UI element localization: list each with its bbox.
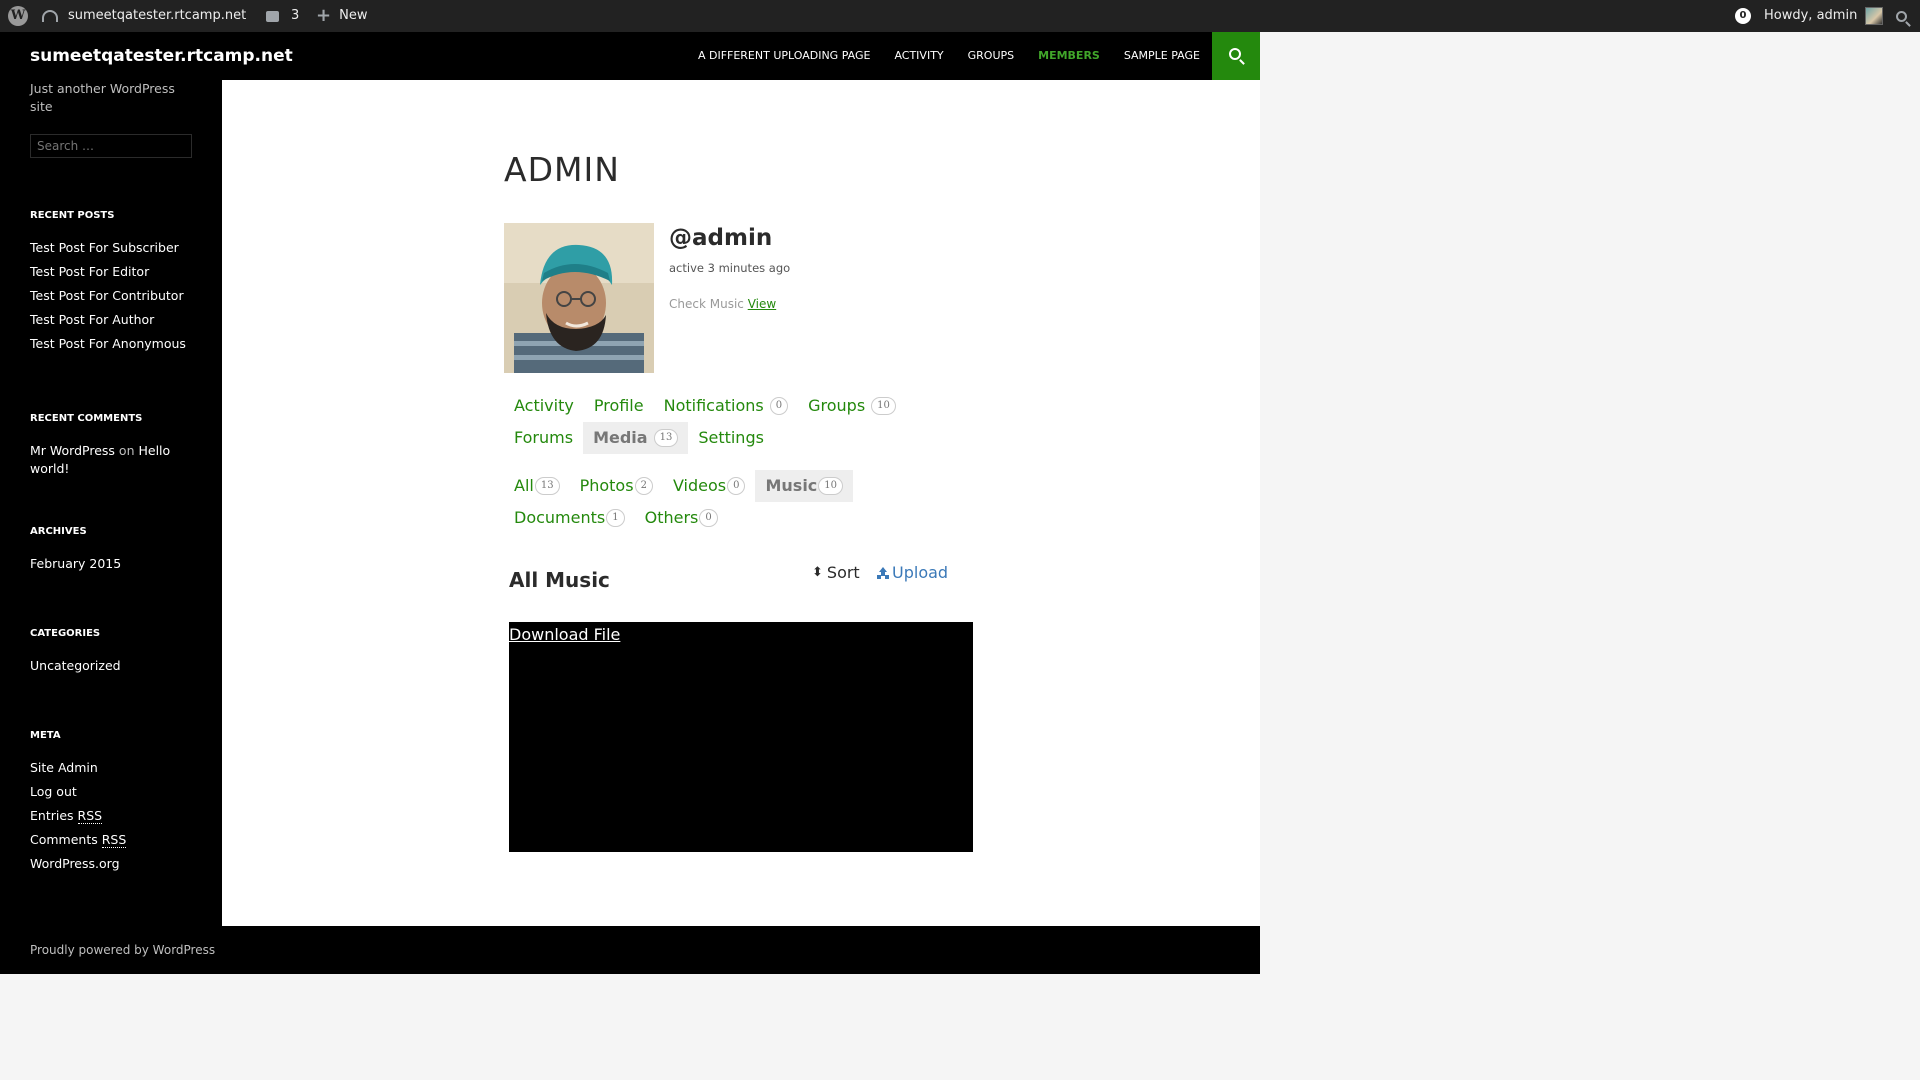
admin-bar-avatar [1865, 7, 1884, 25]
admin-bar-notifications[interactable]: 0 [1735, 0, 1751, 32]
recent-post-link[interactable]: Test Post For Subscriber [30, 239, 210, 257]
nav-item-groups[interactable]: GROUPS [956, 32, 1027, 80]
meta-widget: META Site Admin Log out Entries RSS Comm… [30, 730, 210, 879]
media-tab-documents[interactable]: Documents 1 [504, 502, 635, 534]
new-label: New [339, 8, 368, 23]
admin-bar-account[interactable]: Howdy, admin [1764, 0, 1884, 32]
all-count-badge: 13 [534, 477, 560, 495]
archives-widget: ARCHIVES February 2015 [30, 526, 210, 579]
admin-bar-site-name: sumeetqatester.rtcamp.net [68, 8, 247, 23]
activity-text: Check Music [669, 297, 744, 311]
activity-update: Check Music View [669, 297, 776, 311]
recent-comments-widget: RECENT COMMENTS Mr WordPress on Hello wo… [30, 413, 180, 484]
tab-profile[interactable]: Profile [584, 390, 654, 422]
media-tab-videos[interactable]: Videos 0 [663, 470, 756, 502]
site-description: Just another WordPress site [30, 81, 175, 114]
sidebar-search-input[interactable] [30, 134, 192, 158]
media-subnav-tabs: All 13 Photos 2 Videos 0 Music 10 Documents 1… [504, 470, 944, 534]
music-count-badge: 10 [818, 477, 844, 495]
entries-rss-link[interactable]: Entries RSS [30, 807, 210, 825]
archive-link[interactable]: February 2015 [30, 555, 210, 573]
media-tab-music[interactable]: Music 10 [755, 470, 854, 502]
tab-media[interactable]: Media 13 [583, 422, 689, 454]
admin-bar-site-link[interactable]: sumeetqatester.rtcamp.net [42, 0, 246, 32]
search-toggle-button[interactable] [1212, 32, 1260, 80]
comment-icon [266, 10, 279, 22]
nav-item-activity[interactable]: ACTIVITY [882, 32, 955, 80]
notifications-count: 0 [1735, 8, 1751, 24]
sort-button[interactable]: ⬍ Sort [812, 563, 860, 582]
recent-post-link[interactable]: Test Post For Contributor [30, 287, 210, 305]
widget-title: RECENT POSTS [30, 210, 115, 221]
profile-username: @admin [669, 225, 773, 251]
plus-icon: + [316, 5, 332, 26]
nav-item-sample-page[interactable]: SAMPLE PAGE [1112, 32, 1212, 80]
site-header: sumeetqatester.rtcamp.net A DIFFERENT UP… [0, 32, 1260, 80]
admin-bar-search[interactable] [1896, 0, 1907, 32]
primary-nav: A DIFFERENT UPLOADING PAGE ACTIVITY GROU… [686, 32, 1212, 80]
media-count-badge: 13 [653, 429, 679, 447]
admin-bar-new[interactable]: + New [316, 0, 367, 32]
nav-item-members[interactable]: MEMBERS [1026, 32, 1112, 80]
footer-credit-link[interactable]: Proudly powered by WordPress [30, 926, 215, 974]
media-gallery-title: All Music [509, 568, 610, 592]
site-footer: Proudly powered by WordPress [0, 926, 1260, 974]
page-title: ADMIN [504, 150, 620, 189]
documents-count-badge: 1 [606, 509, 625, 527]
sort-icon: ⬍ [812, 565, 823, 580]
media-player[interactable]: Download File [509, 622, 973, 852]
media-tab-all[interactable]: All 13 [504, 470, 570, 502]
widget-title: RECENT COMMENTS [30, 413, 143, 424]
others-count-badge: 0 [699, 509, 718, 527]
dashboard-icon [42, 10, 58, 22]
log-out-link[interactable]: Log out [30, 783, 210, 801]
tab-notifications[interactable]: Notifications 0 [654, 390, 799, 422]
main-content: ADMIN @admin active 3 minutes ago Check … [222, 80, 1260, 926]
wordpress-logo-icon[interactable]: W [8, 0, 28, 32]
videos-count-badge: 0 [727, 477, 746, 495]
upload-icon [877, 566, 889, 579]
recent-post-link[interactable]: Test Post For Anonymous [30, 335, 210, 353]
site-title[interactable]: sumeetqatester.rtcamp.net [30, 32, 293, 80]
admin-bar: W sumeetqatester.rtcamp.net 3 + New 0 Ho… [0, 0, 1920, 32]
comment-on-text: on [118, 443, 135, 458]
site-admin-link[interactable]: Site Admin [30, 759, 210, 777]
view-link[interactable]: View [748, 297, 776, 311]
media-tab-photos[interactable]: Photos 2 [570, 470, 663, 502]
download-file-link[interactable]: Download File [509, 625, 620, 644]
profile-nav-tabs: Activity Profile Notifications 0 Groups 10… [504, 390, 944, 454]
tab-activity[interactable]: Activity [504, 390, 584, 422]
tab-forums[interactable]: Forums [504, 422, 583, 454]
avatar[interactable] [504, 223, 654, 373]
notifications-count-badge: 0 [769, 397, 789, 415]
sidebar: Just another WordPress site RECENT POSTS… [0, 80, 222, 974]
tab-settings[interactable]: Settings [688, 422, 774, 454]
categories-widget: CATEGORIES Uncategorized [30, 628, 210, 681]
last-active-text: active 3 minutes ago [669, 261, 791, 275]
howdy-text: Howdy, admin [1764, 8, 1858, 23]
widget-title: META [30, 730, 61, 741]
recent-post-link[interactable]: Test Post For Author [30, 311, 210, 329]
category-link[interactable]: Uncategorized [30, 657, 210, 675]
comments-count: 3 [291, 8, 300, 23]
groups-count-badge: 10 [871, 397, 896, 415]
nav-item-uploading-page[interactable]: A DIFFERENT UPLOADING PAGE [686, 32, 883, 80]
search-icon [1896, 10, 1907, 22]
comment-author-link[interactable]: Mr WordPress [30, 443, 115, 458]
admin-bar-comments[interactable]: 3 [266, 0, 299, 32]
media-tab-others[interactable]: Others 0 [635, 502, 728, 534]
recent-post-link[interactable]: Test Post For Editor [30, 263, 210, 281]
comments-rss-link[interactable]: Comments RSS [30, 831, 210, 849]
search-icon [1229, 48, 1241, 60]
photos-count-badge: 2 [634, 477, 653, 495]
recent-comment-item: Mr WordPress on Hello world! [30, 442, 180, 478]
widget-title: ARCHIVES [30, 526, 87, 537]
tab-groups[interactable]: Groups 10 [798, 390, 906, 422]
widget-title: CATEGORIES [30, 628, 101, 639]
avatar-image [504, 223, 654, 373]
wordpress-org-link[interactable]: WordPress.org [30, 855, 210, 873]
recent-posts-widget: RECENT POSTS Test Post For Subscriber Te… [30, 210, 210, 359]
upload-button[interactable]: Upload [877, 563, 948, 582]
